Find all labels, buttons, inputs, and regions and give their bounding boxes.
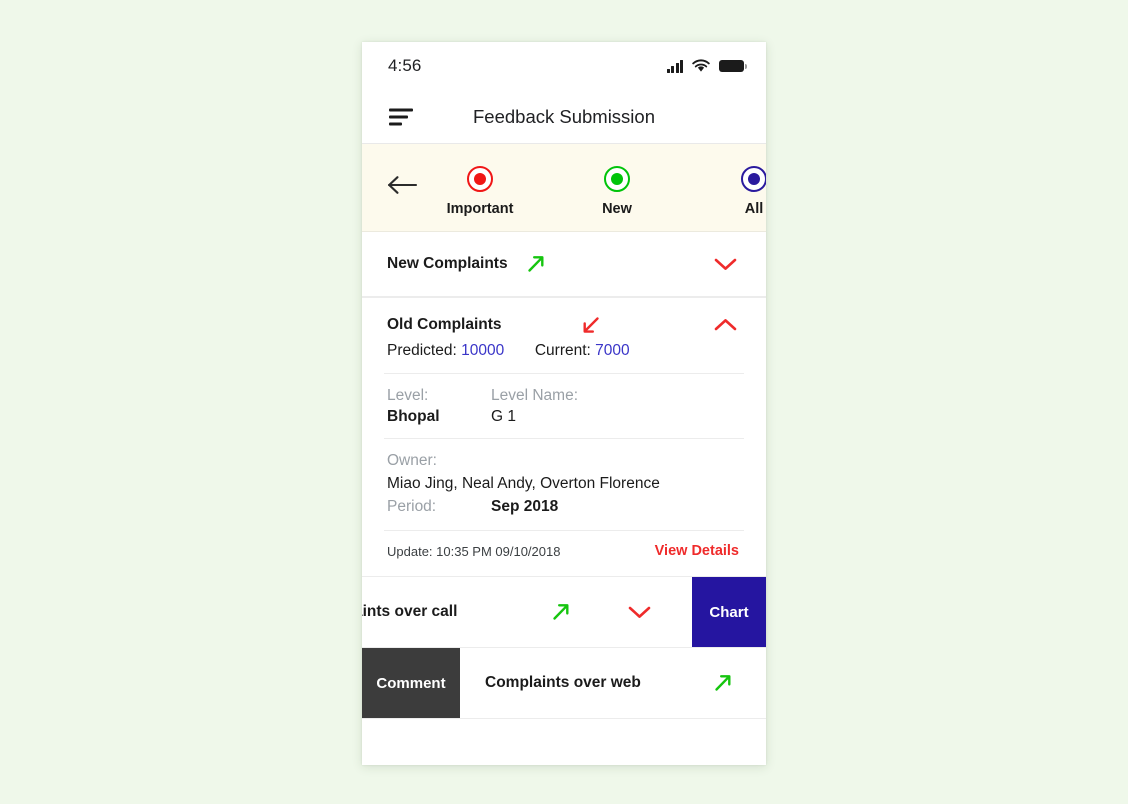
- list-item-complaints-over-web[interactable]: Comment Complaints over web: [362, 648, 766, 719]
- radio-selected-icon[interactable]: [741, 166, 766, 192]
- card-footer: Update: 10:35 PM 09/10/2018 View Details: [362, 531, 766, 574]
- segment-item-label: Important: [446, 201, 514, 217]
- chart-action-button[interactable]: Chart: [692, 577, 766, 647]
- battery-full-icon: [719, 60, 747, 72]
- detail-labels-row: Level: Level Name:: [387, 385, 766, 406]
- chevron-up-icon[interactable]: [713, 317, 738, 333]
- predicted-value: 10000: [461, 342, 505, 359]
- back-arrow-icon[interactable]: [386, 174, 420, 196]
- list-item-complaints-over-call[interactable]: Chart aints over call: [362, 577, 766, 648]
- arrow-up-right-icon: [525, 253, 547, 275]
- chevron-down-icon[interactable]: [627, 604, 652, 620]
- period-label: Period:: [387, 498, 437, 515]
- predicted-label: Predicted:: [387, 342, 457, 359]
- list-item-label: Complaints over web: [485, 674, 641, 691]
- period-row: Period: Sep 2018: [387, 495, 766, 519]
- period-value: Sep 2018: [491, 498, 559, 515]
- level-name-label: Level Name:: [491, 387, 579, 404]
- card-title: Old Complaints: [387, 316, 502, 333]
- arrow-up-right-icon: [550, 601, 572, 623]
- cellular-signal-icon: [666, 59, 683, 73]
- list-item-new-complaints[interactable]: New Complaints: [362, 232, 766, 297]
- view-details-link[interactable]: View Details: [655, 543, 739, 559]
- chevron-down-icon[interactable]: [713, 256, 738, 272]
- segment-item-important[interactable]: Important: [435, 166, 525, 217]
- detail-values-row: Bhopal G 1: [387, 406, 766, 427]
- hamburger-menu-icon[interactable]: [389, 108, 413, 125]
- level-value: Bhopal: [387, 408, 440, 425]
- wifi-icon: [692, 59, 710, 72]
- list-item-content: New Complaints: [362, 232, 766, 296]
- radio-selected-icon[interactable]: [604, 166, 630, 192]
- radio-selected-icon[interactable]: [467, 166, 493, 192]
- list-empty-area: [362, 719, 766, 765]
- list-item-content: aints over call: [362, 577, 692, 647]
- segment-item-label: New: [602, 201, 632, 217]
- update-timestamp: Update: 10:35 PM 09/10/2018: [387, 543, 561, 559]
- segment-item-all[interactable]: All: [709, 166, 766, 217]
- page-title: Feedback Submission: [472, 105, 655, 127]
- arrow-down-left-icon: [580, 314, 602, 336]
- level-label: Level:: [387, 387, 429, 404]
- current-value: 7000: [595, 342, 630, 359]
- phone-frame: 4:56 Feedback Submission Important New A…: [362, 42, 766, 765]
- owner-value: Miao Jing, Neal Andy, Overton Florence: [387, 475, 660, 492]
- owner-label: Owner:: [387, 452, 437, 469]
- list-item-old-complaints[interactable]: Old Complaints Predicted: 10000 Current:…: [362, 297, 766, 577]
- segment-item-new[interactable]: New: [572, 166, 662, 217]
- comment-action-button[interactable]: Comment: [362, 648, 460, 718]
- card-header: Old Complaints: [362, 298, 766, 336]
- status-bar-icons: [666, 59, 747, 73]
- segment-item-label: All: [744, 201, 764, 217]
- arrow-up-right-icon: [712, 672, 734, 694]
- level-name-value: G 1: [491, 408, 516, 425]
- current-label: Current:: [534, 342, 591, 359]
- list-item-label: New Complaints: [387, 255, 508, 272]
- segment-bar: Important New All: [362, 144, 766, 232]
- screen-root: 4:56 Feedback Submission Important New A…: [0, 0, 1128, 804]
- owner-period-details: Owner: Miao Jing, Neal Andy, Overton Flo…: [362, 439, 766, 530]
- status-bar: 4:56: [362, 42, 766, 90]
- list-item-label: aints over call: [362, 603, 458, 620]
- segment-items: Important New All: [435, 158, 766, 217]
- list-item-content: Complaints over web: [460, 648, 766, 718]
- card-metrics: Predicted: 10000 Current: 7000: [362, 336, 766, 373]
- status-bar-time: 4:56: [388, 56, 422, 75]
- level-details: Level: Level Name: Bhopal G 1: [362, 374, 766, 438]
- app-bar: Feedback Submission: [362, 90, 766, 144]
